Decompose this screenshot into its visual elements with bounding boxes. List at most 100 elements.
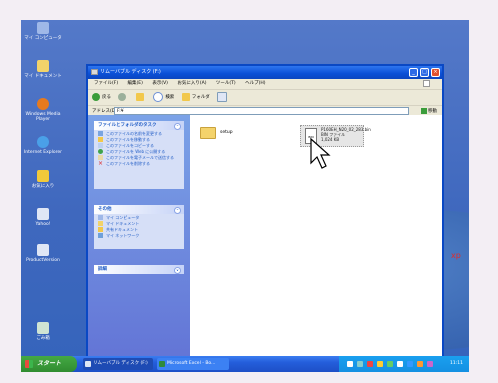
file-tasks-panel: ファイルとフォルダのタスク ^ このファイルの名前を変更する このファイルを移動す… [94, 121, 184, 189]
desktop-icon-recycle-bin[interactable]: ごみ箱 [21, 322, 65, 341]
place-my-network[interactable]: マイ ネットワーク [94, 233, 184, 238]
drive-icon [85, 361, 91, 367]
system-tray: 11:11 [339, 356, 469, 372]
task-pane: ファイルとフォルダのタスク ^ このファイルの名前を変更する このファイルを移動す… [88, 115, 190, 358]
folder-icon[interactable] [200, 127, 216, 139]
desktop: xp マイ コンピュータ マイ ドキュメント Windows Media Pla… [21, 20, 469, 372]
tray-icon[interactable] [407, 361, 413, 367]
forward-button[interactable] [118, 90, 128, 105]
computer-icon [98, 215, 103, 220]
expand-icon[interactable]: v [174, 267, 181, 274]
desktop-icon-internet-explorer[interactable]: Internet Explorer [21, 136, 65, 155]
excel-icon [159, 361, 165, 367]
task-rename[interactable]: このファイルの名前を変更する [94, 131, 184, 136]
start-button[interactable]: スタート [21, 356, 77, 372]
details-header[interactable]: 詳細 v [94, 265, 184, 274]
windows-logo-icon [423, 80, 430, 87]
tray-icon[interactable] [397, 361, 403, 367]
collapse-icon[interactable]: ^ [174, 123, 181, 130]
computer-icon [37, 22, 49, 34]
window-titlebar[interactable]: リムーバブル ディスク (F:) _ □ × [88, 66, 442, 79]
menu-help[interactable]: ヘルプ(H) [245, 81, 265, 86]
folders-button[interactable]: フォルダ [181, 90, 210, 105]
toolbar: 戻る 検索 フォルダ [88, 90, 442, 106]
views-icon [217, 91, 228, 102]
tray-icon[interactable] [367, 361, 373, 367]
media-player-icon [37, 98, 49, 110]
shortcut-icon [37, 208, 49, 220]
menu-favorites[interactable]: お気に入り(A) [177, 81, 206, 86]
address-input[interactable]: F:¥ [114, 107, 409, 115]
window-title: リムーバブル ディスク (F:) [100, 69, 161, 75]
drive-icon [91, 69, 98, 75]
folder-icon [98, 227, 103, 232]
globe-icon [98, 149, 103, 154]
desktop-icon-media-player[interactable]: Windows Media Player [21, 98, 65, 122]
minimize-button[interactable]: _ [409, 68, 418, 77]
back-arrow-icon [92, 92, 100, 101]
place-my-documents[interactable]: マイ ドキュメント [94, 221, 184, 226]
search-button[interactable]: 検索 [153, 90, 174, 105]
desktop-icon-my-documents[interactable]: マイ ドキュメント [21, 60, 65, 79]
task-copy[interactable]: このファイルをコピーする [94, 143, 184, 148]
other-places-header[interactable]: その他 ^ [94, 205, 184, 214]
wallpaper-xp-text: xp [451, 251, 461, 260]
file-tasks-header[interactable]: ファイルとフォルダのタスク ^ [94, 121, 184, 130]
document-icon [37, 244, 49, 256]
tray-icon[interactable] [347, 361, 353, 367]
desktop-icon-my-computer[interactable]: マイ コンピュータ [21, 22, 65, 41]
documents-icon [37, 60, 49, 72]
views-button[interactable] [217, 90, 229, 105]
move-icon [98, 137, 103, 142]
other-places-panel: その他 ^ マイ コンピュータ マイ ドキュメント 共有ドキュメント マイ ネット… [94, 205, 184, 249]
documents-icon [98, 221, 103, 226]
tray-icon[interactable] [357, 361, 363, 367]
taskbar-item-explorer[interactable]: リムーバブル ディスク (F:) [83, 358, 153, 370]
place-shared-documents[interactable]: 共有ドキュメント [94, 227, 184, 232]
forward-arrow-icon [118, 92, 127, 101]
search-icon [153, 91, 164, 102]
details-panel: 詳細 v [94, 265, 184, 274]
place-my-computer[interactable]: マイ コンピュータ [94, 215, 184, 220]
file-list: setup BIN P160EH_N20_02_283.bin BIN ファイル… [190, 115, 442, 358]
back-button[interactable]: 戻る [92, 90, 111, 105]
explorer-window: リムーバブル ディスク (F:) _ □ × ファイル(F) 編集(E) 表示(… [86, 64, 444, 360]
menu-edit[interactable]: 編集(E) [128, 81, 143, 86]
tray-icon[interactable] [427, 361, 433, 367]
recycle-bin-icon [37, 322, 49, 334]
tray-icon[interactable] [377, 361, 383, 367]
tray-icon[interactable] [417, 361, 423, 367]
folder-setup-label[interactable]: setup [220, 130, 233, 135]
folder-icon [37, 170, 49, 182]
folders-icon [181, 92, 190, 101]
folder-up-icon [135, 92, 144, 101]
menu-tools[interactable]: ツール(T) [216, 81, 236, 86]
desktop-icon-yahoo[interactable]: Yahoo! [21, 208, 65, 227]
task-delete[interactable]: × このファイルを削除する [94, 160, 184, 167]
tray-icon[interactable] [387, 361, 393, 367]
delete-icon: × [98, 160, 104, 167]
windows-flag-icon [25, 360, 33, 368]
desktop-icon-product[interactable]: ProductVersion [21, 244, 65, 263]
menu-bar: ファイル(F) 編集(E) 表示(V) お気に入り(A) ツール(T) ヘルプ(… [88, 79, 442, 90]
taskbar-item-excel[interactable]: Microsoft Excel - Bo... [157, 358, 229, 370]
rename-icon [98, 131, 103, 136]
mouse-cursor-icon [310, 137, 331, 169]
desktop-icon-favorites[interactable]: お気に入り [21, 170, 65, 189]
ie-icon [37, 136, 49, 148]
collapse-icon[interactable]: ^ [174, 207, 181, 214]
window-content: ファイルとフォルダのタスク ^ このファイルの名前を変更する このファイルを移動す… [88, 115, 442, 358]
taskbar: スタート リムーバブル ディスク (F:) Microsoft Excel - … [21, 356, 469, 372]
network-icon [98, 233, 103, 238]
up-button[interactable] [135, 90, 146, 105]
task-move[interactable]: このファイルを移動する [94, 137, 184, 142]
task-email[interactable]: このファイルを電子メールで送信する [94, 155, 184, 160]
clock[interactable]: 11:11 [450, 356, 463, 372]
copy-icon [98, 143, 103, 148]
close-button[interactable]: × [431, 68, 440, 77]
task-publish[interactable]: このファイルを Web に公開する [94, 149, 184, 154]
menu-view[interactable]: 表示(V) [152, 81, 168, 86]
menu-file[interactable]: ファイル(F) [94, 81, 118, 86]
go-arrow-icon [421, 107, 427, 114]
maximize-button[interactable]: □ [420, 68, 429, 77]
